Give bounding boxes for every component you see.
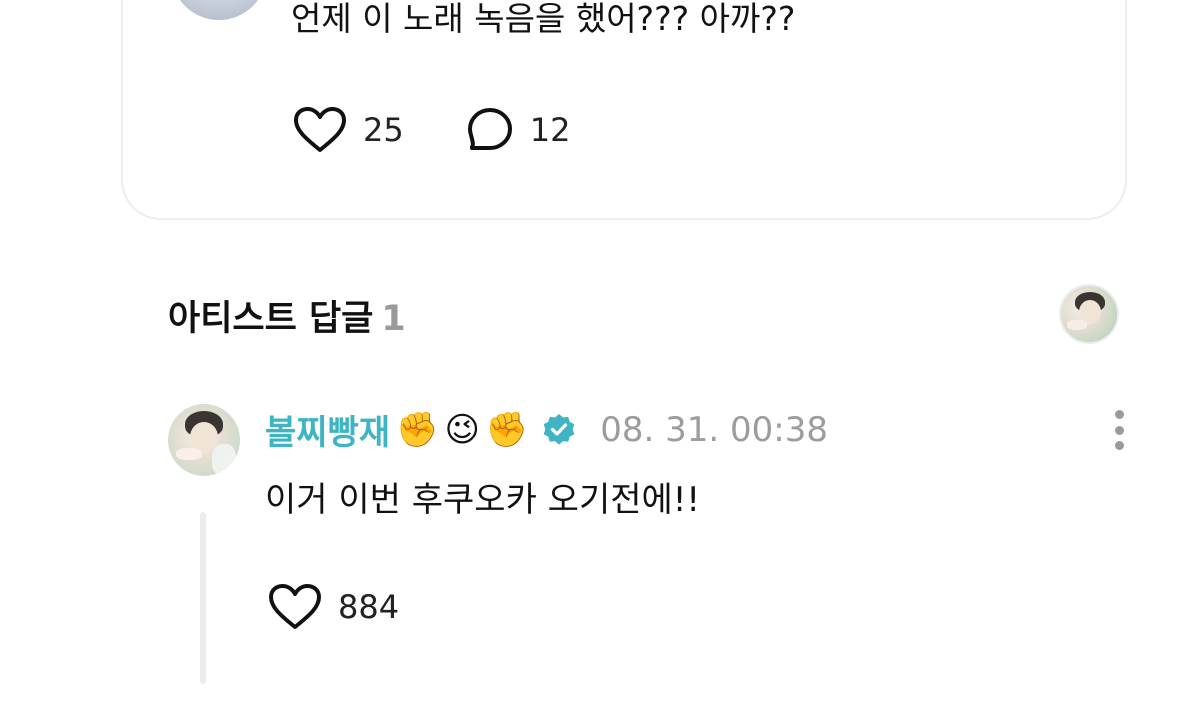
comment-thread-page: 언제 이 노래 녹음을 했어??? 아까?? 25 12 아티스트 답글 1 볼… xyxy=(0,0,1179,709)
reply-like-button[interactable]: 884 xyxy=(268,583,399,631)
comment-like-count: 25 xyxy=(363,111,404,149)
wink-emoji: 😉 xyxy=(444,409,480,450)
reply-like-count: 884 xyxy=(338,588,400,626)
commenter-avatar[interactable] xyxy=(171,0,267,20)
reply-timestamp: 08. 31. 00:38 xyxy=(600,409,829,450)
thread-line xyxy=(200,512,206,684)
comment-reply-button[interactable]: 12 xyxy=(466,106,571,154)
reply-text: 이거 이번 후쿠오카 오기전에!! xyxy=(265,480,701,520)
artist-avatar[interactable] xyxy=(168,404,240,476)
verified-badge-icon xyxy=(543,413,575,445)
comment-actions: 25 12 xyxy=(293,106,570,154)
artist-replies-count: 1 xyxy=(381,299,406,339)
artist-replies-title: 아티스트 답글 xyxy=(168,299,374,339)
fist-emoji: ✊ xyxy=(396,409,439,450)
heart-icon xyxy=(294,107,346,152)
comment-like-button[interactable]: 25 xyxy=(293,106,404,154)
more-vertical-icon[interactable] xyxy=(1111,410,1127,450)
reply-header: 볼찌빵재 ✊ 😉 ✊ 08. 31. 00:38 xyxy=(265,405,828,454)
reply-actions: 884 xyxy=(268,583,399,631)
heart-icon xyxy=(269,584,321,629)
comment-card: 언제 이 노래 녹음을 했어??? 아까?? 25 12 xyxy=(121,0,1127,220)
reply-author-name[interactable]: 볼찌빵재 xyxy=(265,405,390,454)
comment-text: 언제 이 노래 녹음을 했어??? 아까?? xyxy=(291,0,796,38)
artist-avatar-small[interactable] xyxy=(1059,284,1119,344)
artist-replies-header: 아티스트 답글 1 xyxy=(168,290,406,341)
speech-bubble-icon xyxy=(467,108,512,150)
fist-emoji: ✊ xyxy=(485,409,529,450)
comment-reply-count: 12 xyxy=(529,111,571,149)
